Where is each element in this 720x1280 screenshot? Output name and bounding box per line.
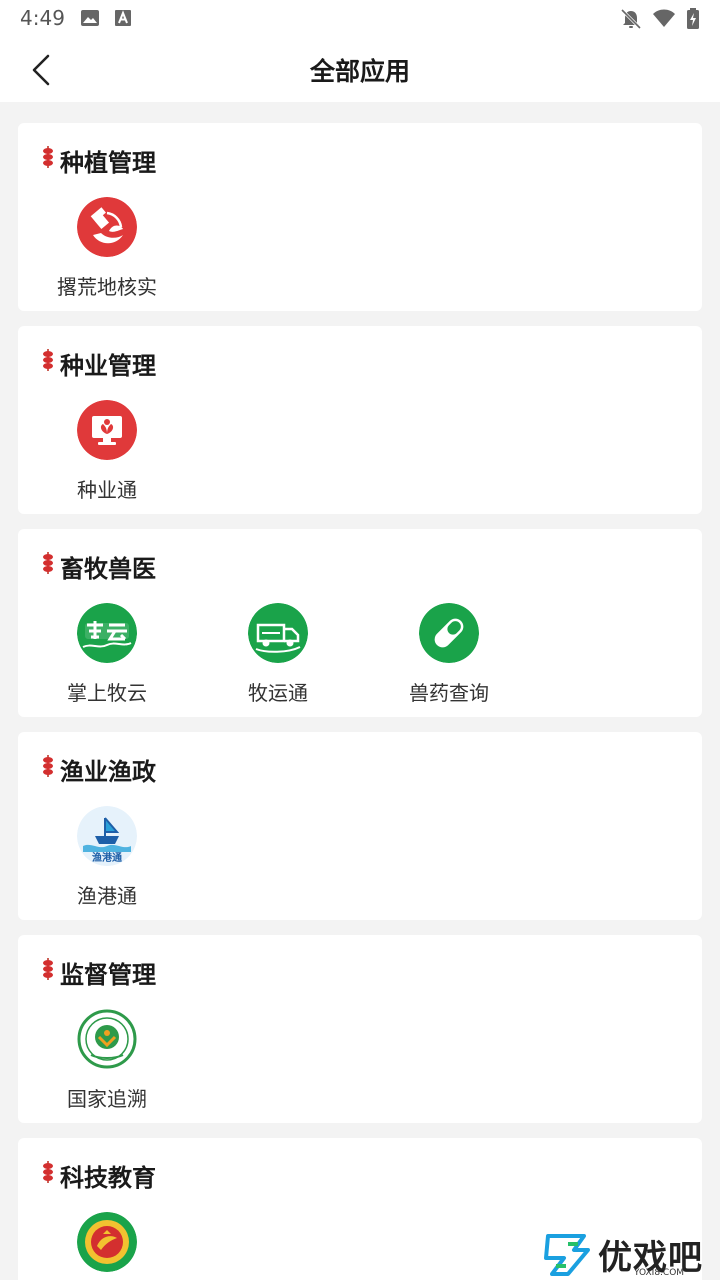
section-card-seed: 种业管理 种业通	[18, 326, 702, 514]
app-item-traceability[interactable]: 国家追溯	[22, 1007, 192, 1117]
grain-icon	[43, 552, 53, 574]
section-title: 种植管理	[60, 149, 156, 177]
livestock-truck-icon	[248, 603, 308, 663]
app-bar: 全部应用	[0, 36, 720, 102]
monitor-sprout-icon	[77, 400, 137, 460]
page-title: 全部应用	[309, 57, 410, 86]
grain-icon	[43, 1161, 53, 1183]
app-label: 掌上牧云	[67, 681, 147, 705]
grain-icon	[43, 755, 53, 777]
section-card-supervision: 监督管理 国家追溯	[18, 935, 702, 1123]
education-seal-icon	[77, 1212, 137, 1272]
muyun-logo-icon	[77, 603, 137, 663]
app-label: 国家追溯	[67, 1087, 147, 1111]
image-icon	[81, 10, 99, 26]
watermark: 优戏吧 YOXI8.COM	[538, 1228, 720, 1280]
app-label: 撂荒地核实	[57, 275, 157, 299]
app-item-education[interactable]	[22, 1210, 192, 1280]
grain-icon	[43, 349, 53, 371]
app-item-abandoned-land[interactable]: 撂荒地核实	[22, 195, 192, 305]
section-title: 种业管理	[60, 352, 156, 380]
status-bar: 4:49	[0, 0, 720, 36]
section-card-livestock: 畜牧兽医 掌上牧云 牧运通 兽药查询	[18, 529, 702, 717]
app-label: 种业通	[77, 478, 137, 502]
section-card-fishery: 渔业渔政 渔港通 渔港通	[18, 732, 702, 920]
notifications-off-icon	[620, 8, 642, 30]
svg-text:渔港通: 渔港通	[92, 851, 122, 864]
section-title: 畜牧兽医	[60, 555, 156, 583]
wifi-icon	[653, 9, 675, 27]
app-item-muyun[interactable]: 掌上牧云	[22, 601, 192, 711]
section-card-planting: 种植管理 撂荒地核实	[18, 123, 702, 311]
yx-logo-icon	[544, 1234, 590, 1276]
text-a-icon	[115, 10, 131, 26]
capsule-pill-icon	[419, 603, 479, 663]
grain-icon	[43, 146, 53, 168]
satellite-leaf-icon	[77, 197, 137, 257]
fishing-port-ship-icon: 渔港通	[77, 806, 137, 866]
app-item-vet-drug[interactable]: 兽药查询	[364, 601, 534, 711]
app-item-fishing-port[interactable]: 渔港通 渔港通	[22, 804, 192, 914]
app-label: 牧运通	[248, 681, 308, 705]
section-title: 渔业渔政	[60, 758, 156, 786]
app-label: 渔港通	[77, 884, 137, 908]
status-time: 4:49	[20, 6, 65, 30]
traceability-seal-icon	[77, 1009, 137, 1069]
app-item-seed-tong[interactable]: 种业通	[22, 398, 192, 508]
battery-charging-icon	[687, 8, 699, 29]
watermark-subtext: YOXI8.COM	[634, 1268, 685, 1278]
app-label: 兽药查询	[409, 681, 489, 705]
section-title: 科技教育	[60, 1164, 156, 1192]
app-item-muyuntong[interactable]: 牧运通	[193, 601, 363, 711]
section-title: 监督管理	[60, 961, 156, 989]
grain-icon	[43, 958, 53, 980]
